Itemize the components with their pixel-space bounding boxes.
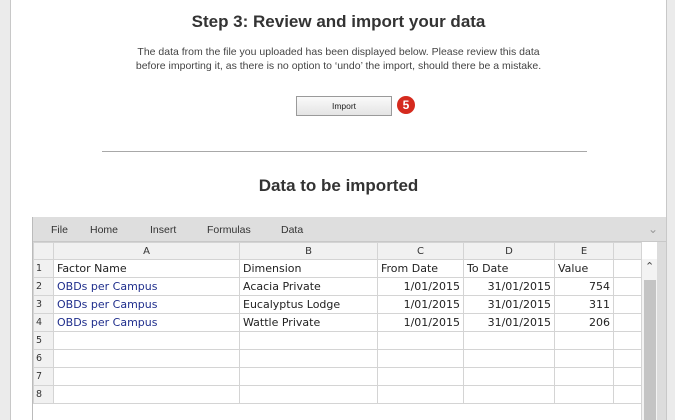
cell[interactable] bbox=[613, 277, 642, 296]
cell[interactable] bbox=[377, 331, 464, 350]
row-number[interactable]: 5 bbox=[33, 331, 54, 350]
cell[interactable] bbox=[239, 385, 378, 404]
ribbon-tab-home[interactable]: Home bbox=[90, 224, 118, 236]
callout-badge: 5 bbox=[397, 96, 415, 114]
cell[interactable]: From Date bbox=[377, 259, 464, 278]
import-button[interactable]: Import bbox=[296, 96, 392, 116]
cell[interactable] bbox=[377, 349, 464, 368]
instructions-text: The data from the file you uploaded has … bbox=[81, 45, 596, 73]
column-header-row: A B C D E bbox=[33, 242, 642, 260]
cell[interactable] bbox=[463, 331, 555, 350]
sheet-right-edge bbox=[657, 242, 666, 420]
cell[interactable]: OBDs per Campus bbox=[53, 295, 240, 314]
cell[interactable] bbox=[613, 295, 642, 314]
cell[interactable] bbox=[554, 349, 614, 368]
cell[interactable] bbox=[53, 331, 240, 350]
column-header[interactable]: A bbox=[53, 242, 240, 260]
table-row: 4 OBDs per Campus Wattle Private 1/01/20… bbox=[33, 313, 642, 332]
cell[interactable] bbox=[613, 313, 642, 332]
column-header[interactable]: E bbox=[554, 242, 614, 260]
ribbon-tab-formulas[interactable]: Formulas bbox=[207, 224, 251, 236]
cell[interactable]: 1/01/2015 bbox=[377, 277, 464, 296]
column-header[interactable] bbox=[613, 242, 642, 260]
row-number[interactable]: 6 bbox=[33, 349, 54, 368]
cell[interactable]: Dimension bbox=[239, 259, 378, 278]
cell[interactable] bbox=[613, 385, 642, 404]
table-row: 2 OBDs per Campus Acacia Private 1/01/20… bbox=[33, 277, 642, 296]
ribbon-collapse-chevron-icon[interactable]: ⌄ bbox=[648, 222, 658, 236]
cell[interactable] bbox=[463, 367, 555, 386]
corner-cell[interactable] bbox=[33, 242, 54, 260]
column-header[interactable]: D bbox=[463, 242, 555, 260]
cell[interactable]: Eucalyptus Lodge bbox=[239, 295, 378, 314]
table-row: 8 bbox=[33, 385, 642, 404]
cell[interactable] bbox=[53, 367, 240, 386]
cell[interactable]: OBDs per Campus bbox=[53, 313, 240, 332]
cell[interactable] bbox=[463, 349, 555, 368]
cell[interactable]: Value bbox=[554, 259, 614, 278]
cell[interactable]: Wattle Private bbox=[239, 313, 378, 332]
cell[interactable] bbox=[377, 385, 464, 404]
import-panel: Step 3: Review and import your data The … bbox=[10, 0, 667, 420]
cell[interactable] bbox=[613, 331, 642, 350]
ribbon-tab-file[interactable]: File bbox=[51, 224, 68, 236]
cell[interactable] bbox=[613, 259, 642, 278]
data-grid: A B C D E 1 Factor Name Dimension From D… bbox=[33, 242, 642, 404]
table-row: 5 bbox=[33, 331, 642, 350]
cell[interactable]: 1/01/2015 bbox=[377, 295, 464, 314]
cell[interactable]: OBDs per Campus bbox=[53, 277, 240, 296]
scrollbar-thumb[interactable] bbox=[644, 280, 656, 420]
scroll-up-arrow-icon[interactable]: ⌃ bbox=[645, 259, 654, 275]
cell[interactable]: 31/01/2015 bbox=[463, 295, 555, 314]
cell[interactable] bbox=[239, 367, 378, 386]
instructions-line-2: before importing it, as there is no opti… bbox=[135, 60, 542, 72]
section-title: Data to be imported bbox=[258, 176, 419, 195]
row-number[interactable]: 8 bbox=[33, 385, 54, 404]
row-number[interactable]: 7 bbox=[33, 367, 54, 386]
table-row: 1 Factor Name Dimension From Date To Dat… bbox=[33, 259, 642, 278]
cell[interactable]: Acacia Private bbox=[239, 277, 378, 296]
cell[interactable]: 206 bbox=[554, 313, 614, 332]
cell[interactable] bbox=[554, 385, 614, 404]
cell[interactable] bbox=[554, 367, 614, 386]
vertical-scrollbar[interactable]: ⌃ bbox=[641, 259, 658, 420]
row-number[interactable]: 4 bbox=[33, 313, 54, 332]
cell[interactable] bbox=[239, 331, 378, 350]
cell[interactable] bbox=[554, 331, 614, 350]
cell[interactable]: Factor Name bbox=[53, 259, 240, 278]
cell[interactable]: 31/01/2015 bbox=[463, 313, 555, 332]
table-row: 7 bbox=[33, 367, 642, 386]
cell[interactable] bbox=[613, 367, 642, 386]
step-title: Step 3: Review and import your data bbox=[191, 12, 486, 31]
column-header[interactable]: C bbox=[377, 242, 464, 260]
ribbon-tab-insert[interactable]: Insert bbox=[150, 224, 176, 236]
table-row: 6 bbox=[33, 349, 642, 368]
divider bbox=[102, 151, 587, 152]
row-number[interactable]: 3 bbox=[33, 295, 54, 314]
cell[interactable] bbox=[463, 385, 555, 404]
spreadsheet: File Home Insert Formulas Data ⌄ A B C D… bbox=[32, 217, 666, 420]
cell[interactable]: 1/01/2015 bbox=[377, 313, 464, 332]
cell[interactable]: To Date bbox=[463, 259, 555, 278]
row-number[interactable]: 2 bbox=[33, 277, 54, 296]
cell[interactable] bbox=[239, 349, 378, 368]
cell[interactable] bbox=[53, 349, 240, 368]
instructions-line-1: The data from the file you uploaded has … bbox=[137, 46, 540, 58]
table-row: 3 OBDs per Campus Eucalyptus Lodge 1/01/… bbox=[33, 295, 642, 314]
cell[interactable]: 754 bbox=[554, 277, 614, 296]
cell[interactable] bbox=[377, 367, 464, 386]
cell[interactable] bbox=[613, 349, 642, 368]
cell[interactable] bbox=[53, 385, 240, 404]
row-number[interactable]: 1 bbox=[33, 259, 54, 278]
ribbon-bar: File Home Insert Formulas Data ⌄ bbox=[33, 217, 666, 242]
ribbon-tab-data[interactable]: Data bbox=[281, 224, 303, 236]
cell[interactable]: 311 bbox=[554, 295, 614, 314]
column-header[interactable]: B bbox=[239, 242, 378, 260]
cell[interactable]: 31/01/2015 bbox=[463, 277, 555, 296]
